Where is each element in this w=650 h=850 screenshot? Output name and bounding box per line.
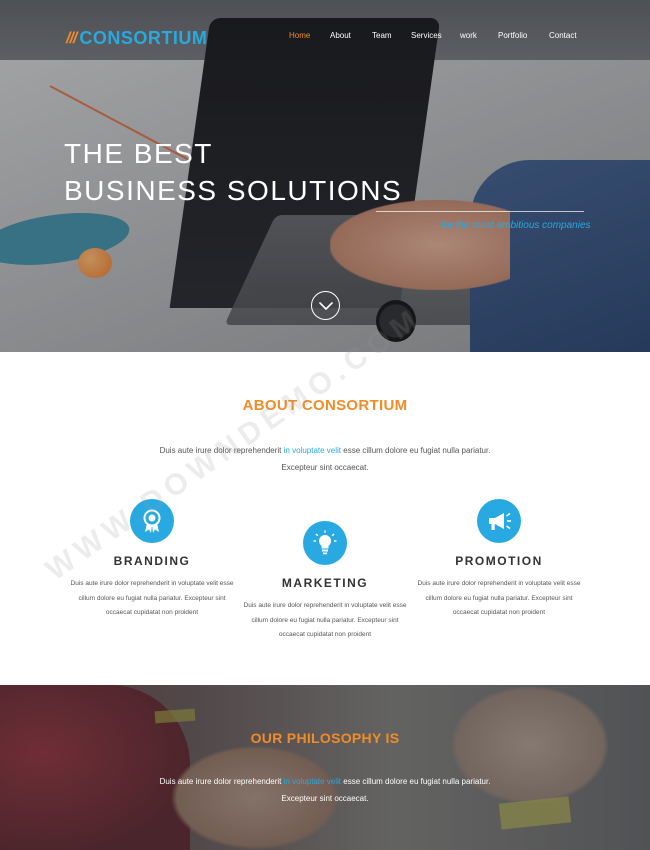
nav-item-home[interactable]: Home — [289, 31, 310, 40]
award-ribbon-icon — [130, 499, 174, 543]
hero-title-line-1: THE BEST — [64, 138, 213, 169]
philosophy-section: OUR PHILOSOPHY IS Duis aute irure dolor … — [0, 685, 650, 850]
lightbulb-icon — [303, 521, 347, 565]
feature-title-branding: BRANDING — [113, 554, 191, 568]
scroll-down-button[interactable] — [311, 291, 340, 320]
philosophy-title: OUR PHILOSOPHY IS — [250, 730, 400, 746]
feature-marketing: MARKETING Duis aute irure dolor reprehen… — [240, 521, 410, 643]
main-nav: Home About Team Services work Portfolio … — [0, 31, 650, 45]
nav-item-work[interactable]: work — [460, 31, 477, 40]
top-navigation-bar: /// CONSORTIUM Home About Team Services … — [0, 0, 650, 75]
feature-title-promotion: PROMOTION — [455, 554, 543, 568]
megaphone-icon — [477, 499, 521, 543]
nav-item-team[interactable]: Team — [372, 31, 392, 40]
about-highlight-text: in voluptate velit — [283, 446, 342, 455]
feature-branding: BRANDING Duis aute irure dolor reprehend… — [67, 499, 237, 621]
hero-divider — [376, 211, 584, 212]
about-intro-text: Duis aute irure dolor reprehenderit in v… — [159, 446, 491, 472]
about-title: ABOUT CONSORTIUM — [242, 397, 408, 414]
chevron-down-icon — [318, 301, 333, 310]
hero-title-line-2: BUSINESS SOLUTIONS — [64, 175, 403, 206]
hero-section: /// CONSORTIUM Home About Team Services … — [0, 0, 650, 352]
feature-promotion: PROMOTION Duis aute irure dolor reprehen… — [414, 499, 584, 621]
nav-item-portfolio[interactable]: Portfolio — [498, 31, 527, 40]
philosophy-highlight-text: in voluptate velit — [283, 777, 342, 786]
feature-text-marketing: Duis aute irure dolor reprehenderit in v… — [243, 602, 407, 638]
philosophy-text: Duis aute irure dolor reprehenderit in v… — [159, 777, 491, 803]
feature-text-branding: Duis aute irure dolor reprehenderit in v… — [70, 580, 234, 616]
nav-item-services[interactable]: Services — [411, 31, 442, 40]
hero-title: THE BEST BUSINESS SOLUTIONS — [64, 135, 402, 209]
nav-item-contact[interactable]: Contact — [549, 31, 577, 40]
feature-title-marketing: MARKETING — [281, 576, 369, 590]
feature-text-promotion: Duis aute irure dolor reprehenderit in v… — [417, 580, 581, 616]
nav-item-about[interactable]: About — [330, 31, 351, 40]
hero-tagline: for the most ambitious companies — [441, 220, 591, 231]
